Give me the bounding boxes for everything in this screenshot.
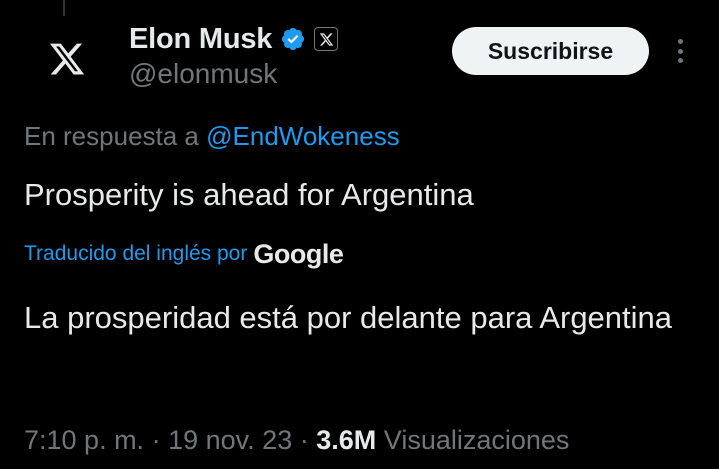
reply-mention-link[interactable]: @EndWokeness (206, 121, 400, 151)
tweet-text: Prosperity is ahead for Argentina (24, 177, 474, 212)
subscribe-button[interactable]: Suscribirse (452, 27, 649, 75)
more-dot (677, 48, 683, 54)
verified-badge-icon[interactable] (280, 26, 306, 52)
more-dot (677, 58, 683, 63)
tweet-meta: 7:10 p. m. · 19 nov. 23 · 3.6M Visualiza… (24, 425, 569, 456)
tweet-date[interactable]: 19 nov. 23 (168, 425, 292, 455)
tweet-detail: Elon Musk @elonmusk Suscribirse En respu… (0, 0, 719, 469)
google-logo: Google (253, 238, 344, 269)
thread-connector-line (63, 0, 65, 16)
more-dot (677, 39, 683, 44)
reply-context: En respuesta a @EndWokeness (24, 121, 400, 152)
more-vertical-icon[interactable] (670, 34, 690, 68)
x-logo-icon (49, 43, 85, 75)
views-count[interactable]: 3.6M (316, 425, 376, 455)
views-label[interactable]: Visualizaciones (384, 425, 570, 455)
translation-attribution[interactable]: Traducido del inglés por Google (24, 236, 344, 272)
author-handle[interactable]: @elonmusk (129, 58, 277, 90)
meta-separator: · (151, 425, 161, 455)
avatar[interactable] (26, 18, 108, 100)
tweet-time[interactable]: 7:10 p. m. (24, 425, 144, 455)
author-name-row: Elon Musk (129, 22, 339, 56)
translated-tweet-text: La prosperidad está por delante para Arg… (24, 300, 673, 335)
meta-separator: · (299, 425, 309, 455)
reply-prefix: En respuesta a (24, 121, 199, 151)
translated-label: Traducido del inglés por (24, 242, 248, 265)
author-display-name[interactable]: Elon Musk (129, 23, 272, 56)
x-affiliation-icon[interactable] (314, 27, 339, 51)
